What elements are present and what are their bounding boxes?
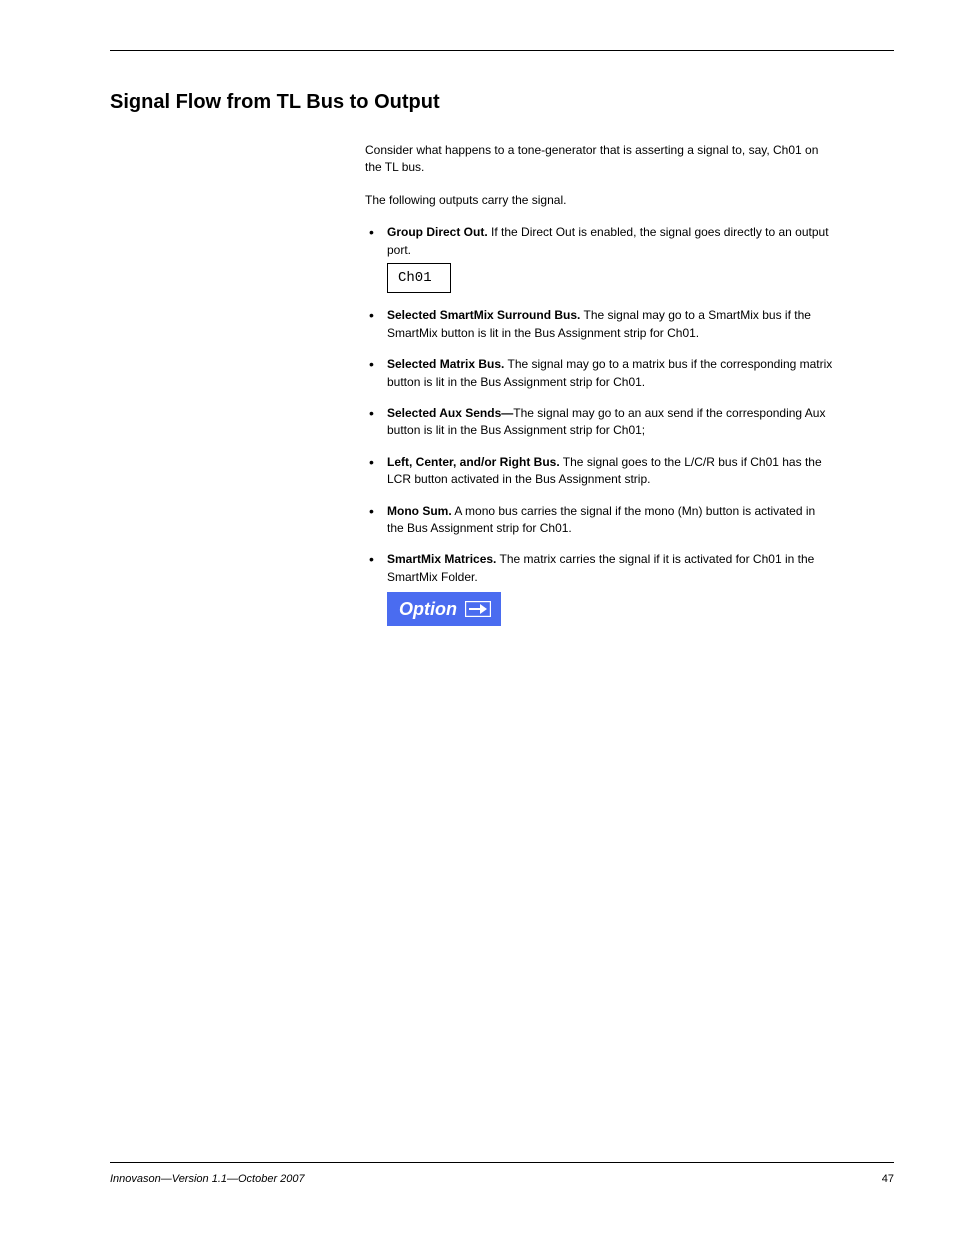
- item-text: Mono Sum. A mono bus carries the signal …: [387, 504, 815, 535]
- arrow-right-icon: [465, 601, 491, 617]
- item-text: Group Direct Out. If the Direct Out is e…: [387, 225, 829, 256]
- list-item: SmartMix Matrices. The matrix carries th…: [365, 551, 834, 626]
- item-text: Selected Matrix Bus. The signal may go t…: [387, 357, 832, 388]
- option-label: Option: [399, 596, 457, 622]
- item-text: Selected SmartMix Surround Bus. The sign…: [387, 308, 811, 339]
- option-badge: Option: [387, 592, 501, 626]
- list-item: Selected Aux Sends—The signal may go to …: [365, 405, 834, 440]
- bottom-rule: [110, 1162, 894, 1163]
- list-item: Left, Center, and/or Right Bus. The sign…: [365, 454, 834, 489]
- list-item: Selected SmartMix Surround Bus. The sign…: [365, 307, 834, 342]
- footer-left: Innovason—Version 1.1—October 2007: [110, 1173, 305, 1185]
- top-rule: [110, 50, 894, 51]
- list-item: Selected Matrix Bus. The signal may go t…: [365, 356, 834, 391]
- list-item: Group Direct Out. If the Direct Out is e…: [365, 224, 834, 293]
- list-item: Mono Sum. A mono bus carries the signal …: [365, 503, 834, 538]
- footer-page-number: 47: [882, 1173, 894, 1185]
- item-text: Selected Aux Sends—The signal may go to …: [387, 406, 825, 437]
- item-text: Left, Center, and/or Right Bus. The sign…: [387, 455, 822, 486]
- item-text: SmartMix Matrices. The matrix carries th…: [387, 552, 814, 583]
- intro-line-2: The following outputs carry the signal.: [365, 192, 834, 209]
- section-title: Signal Flow from TL Bus to Output: [110, 91, 894, 114]
- intro-line-1: Consider what happens to a tone-generato…: [365, 142, 834, 176]
- lcd-channel-box: Ch01: [387, 263, 451, 293]
